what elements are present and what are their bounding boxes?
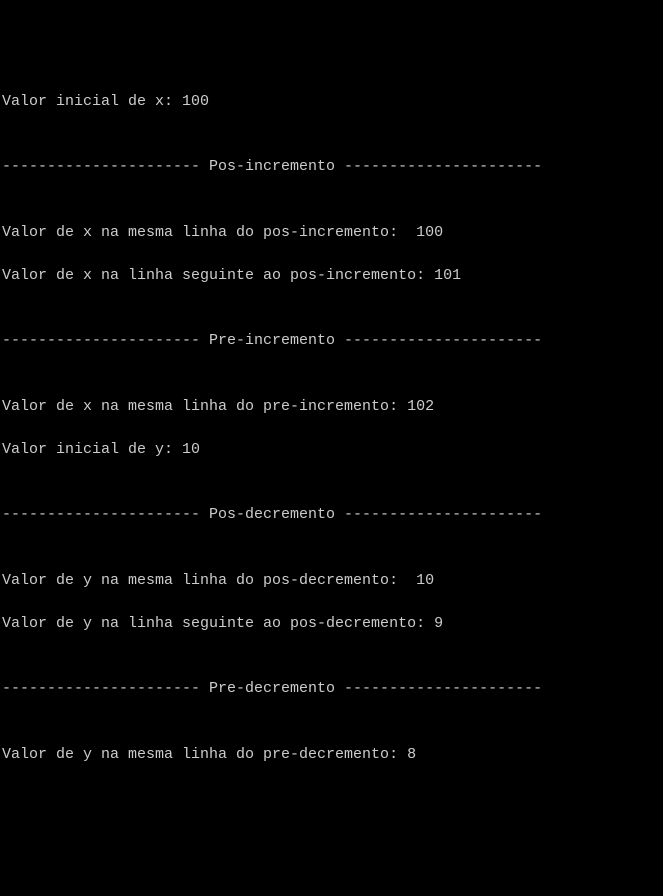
output-line: Valor de y na mesma linha do pos-decreme… — [2, 570, 661, 592]
output-line: Valor de y na mesma linha do pre-decreme… — [2, 744, 661, 766]
section-divider-pre-decremento: ---------------------- Pre-decremento --… — [2, 678, 661, 700]
section-divider-pos-decremento: ---------------------- Pos-decremento --… — [2, 504, 661, 526]
section-divider-pos-incremento: ---------------------- Pos-incremento --… — [2, 156, 661, 178]
output-line: Valor de x na linha seguinte ao pos-incr… — [2, 265, 661, 287]
section-divider-pre-incremento: ---------------------- Pre-incremento --… — [2, 330, 661, 352]
output-line: Valor inicial de x: 100 — [2, 91, 661, 113]
output-line: Valor de x na mesma linha do pre-increme… — [2, 396, 661, 418]
output-line: Valor inicial de y: 10 — [2, 439, 661, 461]
output-line: Valor de x na mesma linha do pos-increme… — [2, 222, 661, 244]
output-line: Valor de y na linha seguinte ao pos-decr… — [2, 613, 661, 635]
